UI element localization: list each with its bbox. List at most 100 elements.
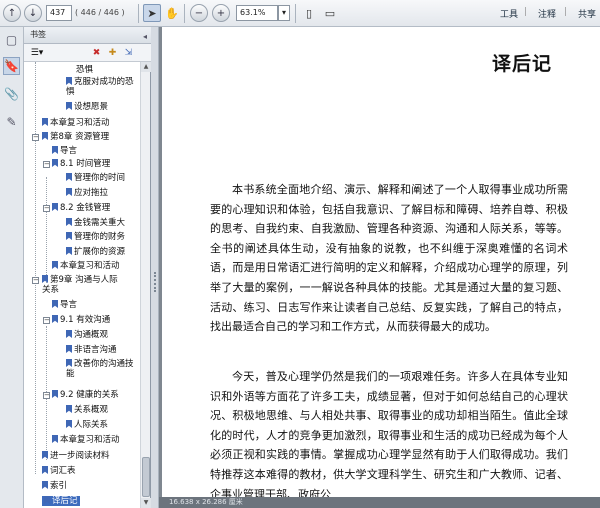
- new-bookmark-button[interactable]: ✚: [106, 47, 119, 59]
- bookmark-item[interactable]: 9.1 有效沟通: [52, 315, 110, 325]
- page-number-input[interactable]: 437: [46, 5, 72, 21]
- status-bar: 16.638 x 26.286 厘米: [159, 497, 600, 508]
- bookmark-item[interactable]: 关系概观: [66, 405, 108, 415]
- bookmark-item[interactable]: 本章复习和活动: [42, 118, 110, 128]
- bookmark-icon: [52, 300, 58, 308]
- page-size-readout: 16.638 x 26.286 厘米: [169, 498, 243, 506]
- bookmark-icon: [66, 188, 72, 196]
- toolbar-divider: [295, 4, 296, 23]
- options-menu-button[interactable]: ☰▾: [28, 47, 46, 59]
- next-page-button[interactable]: ↓: [24, 4, 42, 22]
- fit-page-icon: ▯: [305, 6, 313, 20]
- bookmark-item[interactable]: 克服对成功的恐惧: [66, 77, 136, 97]
- bookmark-icon: [66, 405, 72, 413]
- bookmark-item[interactable]: 管理你的时间: [66, 173, 125, 183]
- options-icon: ☰▾: [30, 48, 44, 58]
- expand-bookmark-button[interactable]: ⇲: [122, 47, 135, 59]
- bookmark-icon: [42, 481, 48, 489]
- cursor-arrow-icon: ➤: [147, 6, 157, 20]
- bookmark-item[interactable]: 管理你的财务: [66, 232, 125, 242]
- bookmark-toolbar: ☰▾ ✖ ✚ ⇲: [24, 44, 151, 62]
- bookmark-item[interactable]: 恐惧: [76, 65, 93, 75]
- bookmark-scrollbar[interactable]: ▲ ▼: [140, 62, 151, 508]
- tools-menu[interactable]: 工具: [500, 7, 518, 20]
- select-tool-button[interactable]: ➤: [143, 4, 161, 22]
- hand-tool-button[interactable]: ✋: [163, 4, 181, 22]
- bookmark-chapter-selected[interactable]: 译后记: [42, 496, 80, 506]
- tree-guide: [35, 62, 36, 474]
- zoom-in-button[interactable]: +: [212, 4, 230, 22]
- bookmark-item[interactable]: 人际关系: [66, 420, 108, 430]
- splitter-grip[interactable]: [154, 272, 156, 292]
- collapse-toggle[interactable]: −: [43, 161, 50, 168]
- collapse-toggle[interactable]: −: [43, 392, 50, 399]
- fit-width-button[interactable]: ▭: [321, 4, 339, 22]
- bookmark-icon: [52, 315, 58, 323]
- expand-bookmark-icon: ⇲: [124, 48, 133, 58]
- bookmark-icon: [66, 232, 72, 240]
- collapse-toggle[interactable]: −: [43, 317, 50, 324]
- bookmark-icon: [42, 451, 48, 459]
- bookmark-item[interactable]: 9.2 健康的关系: [52, 390, 119, 400]
- signatures-panel-button[interactable]: ✎: [3, 113, 20, 131]
- bookmark-icon: [44, 496, 50, 504]
- document-viewport: 译后记 本书系统全面地介绍、演示、解释和阐述了一个人取得事业成功所需要的心理知识…: [159, 27, 600, 508]
- zoom-out-button[interactable]: −: [190, 4, 208, 22]
- bookmark-item[interactable]: 本章复习和活动: [52, 261, 120, 271]
- pages-panel-button[interactable]: ▢: [3, 31, 20, 49]
- bookmark-item[interactable]: 改善你的沟通技能: [66, 359, 136, 379]
- bookmark-item[interactable]: 扩展你的资源: [66, 247, 125, 257]
- bookmark-item[interactable]: 应对拖拉: [66, 188, 108, 198]
- bookmark-item[interactable]: 金钱需关重大: [66, 218, 125, 228]
- bookmark-icon: [52, 435, 58, 443]
- bookmark-icon: [42, 132, 48, 140]
- collapse-toggle[interactable]: −: [32, 134, 39, 141]
- panel-title: 书签: [30, 30, 46, 39]
- attachments-panel-button[interactable]: 📎: [3, 85, 20, 103]
- collapse-toggle[interactable]: −: [32, 277, 39, 284]
- bookmarks-panel: 书签 ◂ ☰▾ ✖ ✚ ⇲ 恐惧 克服对成功的恐惧 设想愿景 本章复习和活动 −…: [24, 27, 151, 508]
- bookmark-item[interactable]: 设想愿景: [66, 102, 108, 112]
- previous-page-button[interactable]: ↑: [3, 4, 21, 22]
- zoom-dropdown-button[interactable]: ▾: [278, 5, 290, 21]
- bookmark-chapter[interactable]: 第9章 沟通与人际关系: [42, 275, 122, 295]
- toolbar: ↑ ↓ 437 ( 446 / 446 ) ➤ ✋ − + 63.1% ▾ ▯ …: [0, 0, 600, 27]
- bookmark-item[interactable]: 8.2 金钱管理: [52, 203, 110, 213]
- share-menu[interactable]: 共享: [578, 7, 596, 20]
- new-bookmark-icon: ✚: [108, 48, 117, 58]
- toolbar-divider: [138, 4, 139, 23]
- bookmark-icon: [66, 247, 72, 255]
- collapse-toggle[interactable]: −: [43, 205, 50, 212]
- zoom-value: 63.1%: [240, 8, 266, 17]
- delete-icon: ✖: [92, 48, 101, 58]
- body-paragraph: 今天，普及心理学仍然是我们的一项艰难任务。许多人在具体专业知识和外语等方面花了许…: [210, 370, 568, 501]
- chevron-down-icon: ▾: [281, 8, 286, 17]
- panel-splitter[interactable]: [151, 27, 159, 508]
- bookmark-icon: 🔖: [4, 59, 19, 73]
- bookmark-chapter[interactable]: 第8章 资源管理: [42, 132, 109, 142]
- bookmark-chapter[interactable]: 词汇表: [42, 466, 76, 476]
- minus-icon: −: [194, 7, 204, 19]
- comment-menu[interactable]: 注释: [538, 7, 556, 20]
- zoom-select[interactable]: 63.1%: [236, 5, 278, 21]
- bookmark-item[interactable]: 沟通概观: [66, 330, 108, 340]
- panel-header: 书签 ◂: [24, 27, 151, 44]
- bookmark-item[interactable]: 本章复习和活动: [52, 435, 120, 445]
- bookmark-chapter[interactable]: 索引: [42, 481, 67, 491]
- bookmark-item[interactable]: 导言: [52, 300, 77, 310]
- fit-page-button[interactable]: ▯: [300, 4, 318, 22]
- collapse-panel-button[interactable]: ◂: [143, 29, 147, 45]
- bookmarks-panel-button[interactable]: 🔖: [3, 57, 20, 75]
- page-title: 译后记: [491, 53, 552, 75]
- bookmark-item[interactable]: 导言: [52, 146, 77, 156]
- bookmark-chapter[interactable]: 进一步阅读材料: [42, 451, 110, 461]
- tree-guide: [46, 177, 47, 283]
- scroll-up-button[interactable]: ▲: [141, 62, 151, 72]
- bookmark-item[interactable]: 8.1 时间管理: [52, 159, 110, 169]
- bookmark-icon: [66, 420, 72, 428]
- bookmark-item[interactable]: 非语言沟通: [66, 345, 117, 355]
- delete-bookmark-button[interactable]: ✖: [90, 47, 103, 59]
- scroll-down-button[interactable]: ▼: [141, 498, 151, 508]
- toolbar-divider: [184, 4, 185, 23]
- scrollbar-thumb[interactable]: [142, 457, 150, 497]
